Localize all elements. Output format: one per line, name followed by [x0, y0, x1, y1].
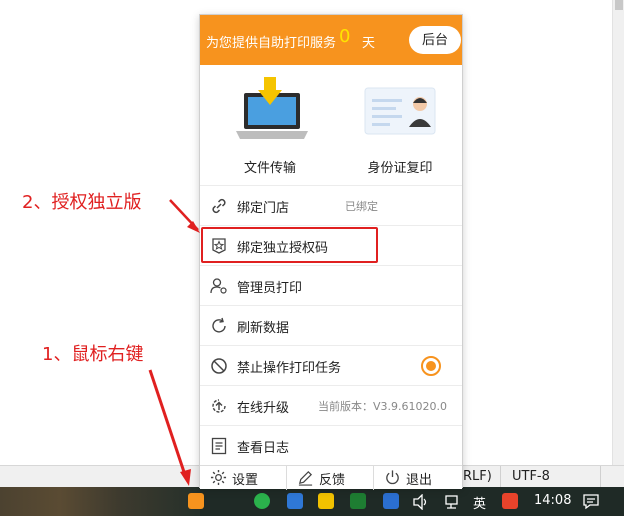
- arrowhead-step1: [180, 469, 191, 486]
- annotation-arrows: [148, 199, 200, 486]
- arrowhead-step2: [187, 221, 200, 233]
- arrow-step1: [148, 369, 188, 479]
